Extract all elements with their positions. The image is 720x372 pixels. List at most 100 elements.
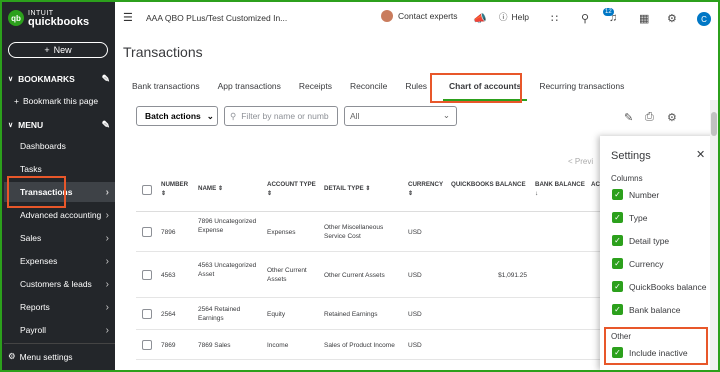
menu-section-header[interactable]: ∨ MENU ✎ <box>8 120 112 131</box>
header-label: CURRENCY <box>408 181 444 188</box>
header-label: BANK BALANCE <box>535 181 585 188</box>
tab-bank-transactions[interactable]: Bank transactions <box>132 76 200 98</box>
cell-name[interactable]: 2564 Retained Earnings <box>198 305 260 323</box>
tab-reconcile[interactable]: Reconcile <box>350 76 387 98</box>
help-button[interactable]: ⓘ Help <box>499 11 529 23</box>
cell-quickbooks-balance: $1,091.25 <box>498 272 527 279</box>
sidebar-item-advanced-accounting[interactable]: Advanced accounting › <box>4 205 115 225</box>
quickbooks-logo[interactable]: qb INTUIT quickbooks <box>8 10 90 28</box>
cell-account-type: Other Current Assets <box>267 267 307 283</box>
tab-receipts[interactable]: Receipts <box>299 76 332 98</box>
clipboard-icon[interactable]: ▦ <box>639 12 649 25</box>
column-header-bank-balance[interactable]: BANK BALANCE ↓ <box>535 180 585 198</box>
cell-name[interactable]: 7896 Uncategorized Expense <box>198 217 260 235</box>
scrollbar-thumb[interactable] <box>711 112 717 136</box>
apps-grid-icon[interactable]: ∷ <box>551 12 558 25</box>
pencil-icon[interactable]: ✎ <box>102 74 110 85</box>
cell-number: 7896 <box>161 229 176 236</box>
column-header-account-type[interactable]: ACCOUNT TYPE ⇕ <box>267 180 316 198</box>
table-row[interactable]: 7869 7869 Sales Income Sales of Product … <box>136 330 600 360</box>
account-type-select[interactable]: All ⌄ <box>344 106 457 126</box>
row-checkbox[interactable] <box>142 309 152 319</box>
column-option-type[interactable]: ✓ Type <box>612 212 647 223</box>
menu-settings-button[interactable]: ⚙ Menu settings <box>8 351 73 362</box>
checkbox-checked-icon[interactable]: ✓ <box>612 189 623 200</box>
pencil-icon[interactable]: ✎ <box>102 120 110 131</box>
close-icon[interactable]: ✕ <box>696 148 705 161</box>
hamburger-menu-icon[interactable]: ☰ <box>123 11 133 24</box>
sidebar-item-dashboards[interactable]: Dashboards <box>4 136 115 156</box>
checkbox-checked-icon[interactable]: ✓ <box>612 304 623 315</box>
chevron-right-icon: › <box>105 278 109 290</box>
table-row[interactable]: 7896 7896 Uncategorized Expense Expenses… <box>136 212 600 252</box>
megaphone-icon[interactable]: 📣 <box>473 12 487 25</box>
bookmarks-label: BOOKMARKS <box>18 74 75 84</box>
column-option-currency[interactable]: ✓ Currency <box>612 258 663 269</box>
sidebar-item-label: Advanced accounting <box>20 210 102 220</box>
sidebar-item-payroll[interactable]: Payroll › <box>4 320 115 340</box>
option-label: Number <box>629 189 660 200</box>
select-all-checkbox[interactable] <box>142 185 152 195</box>
bookmarks-section-header[interactable]: ∨ BOOKMARKS ✎ <box>8 74 112 85</box>
column-header-extra[interactable]: AC <box>591 180 600 189</box>
header-label: DETAIL TYPE <box>324 185 364 192</box>
column-option-bank-balance[interactable]: ✓ Bank balance <box>612 304 681 315</box>
checkbox-checked-icon[interactable]: ✓ <box>612 281 623 292</box>
checkbox-checked-icon[interactable]: ✓ <box>612 212 623 223</box>
column-option-number[interactable]: ✓ Number <box>612 189 659 200</box>
column-header-detail-type[interactable]: DETAIL TYPE ⇕ <box>324 184 371 193</box>
column-header-number[interactable]: NUMBER ⇕ <box>161 180 188 198</box>
pencil-icon[interactable]: ✎ <box>624 111 633 124</box>
cell-number: 4563 <box>161 272 176 279</box>
sidebar-item-expenses[interactable]: Expenses › <box>4 251 115 271</box>
filter-input[interactable]: ⚲ Filter by name or numb <box>224 106 338 126</box>
contact-experts-button[interactable]: Contact experts <box>381 10 458 22</box>
columns-label: Columns <box>611 174 643 183</box>
sidebar-item-sales[interactable]: Sales › <box>4 228 115 248</box>
bookmark-this-page[interactable]: + Bookmark this page <box>14 96 98 106</box>
sidebar-item-customers-leads[interactable]: Customers & leads › <box>4 274 115 294</box>
new-button-label: New <box>53 45 72 55</box>
checkbox-checked-icon[interactable]: ✓ <box>612 258 623 269</box>
tab-app-transactions[interactable]: App transactions <box>218 76 281 98</box>
gear-icon[interactable]: ⚙ <box>667 12 677 25</box>
column-option-quickbooks-balance[interactable]: ✓ QuickBooks balance <box>612 281 707 292</box>
sidebar-item-reports[interactable]: Reports › <box>4 297 115 317</box>
filter-placeholder: Filter by name or numb <box>241 111 329 121</box>
gear-icon[interactable]: ⚙ <box>667 111 677 124</box>
company-name[interactable]: AAA QBO PLus/Test Customized In... <box>146 13 287 23</box>
new-button[interactable]: + New <box>8 42 108 58</box>
cell-name[interactable]: 4563 Uncategorized Asset <box>198 261 260 279</box>
batch-actions-dropdown[interactable]: Batch actions ⌄ <box>136 106 218 126</box>
previous-page-link[interactable]: < Previ <box>568 157 593 166</box>
sidebar-item-label: Reports <box>20 302 50 312</box>
scrollbar[interactable] <box>710 100 718 370</box>
sidebar-item-label: Sales <box>20 233 42 243</box>
user-avatar[interactable]: C <box>697 12 711 26</box>
checkbox-checked-icon[interactable]: ✓ <box>612 235 623 246</box>
column-option-detail-type[interactable]: ✓ Detail type <box>612 235 669 246</box>
cell-name[interactable]: 7869 Sales <box>198 341 260 350</box>
chevron-right-icon: › <box>105 255 109 267</box>
row-checkbox[interactable] <box>142 227 152 237</box>
column-header-currency[interactable]: CURRENCY ⇕ <box>408 180 443 198</box>
column-header-name[interactable]: NAME ⇕ <box>198 184 223 193</box>
tab-recurring-transactions[interactable]: Recurring transactions <box>539 76 624 98</box>
cell-detail-type: Retained Earnings <box>324 311 378 318</box>
tab-rules[interactable]: Rules <box>405 76 427 98</box>
brand-line2: quickbooks <box>28 16 90 28</box>
help-icon: ⓘ <box>499 12 508 22</box>
table-row[interactable]: 2564 2564 Retained Earnings Equity Retai… <box>136 298 600 330</box>
cell-detail-type: Other Current Assets <box>324 272 385 279</box>
chevron-right-icon: › <box>105 186 109 198</box>
search-icon[interactable]: ⚲ <box>581 12 589 25</box>
row-checkbox[interactable] <box>142 270 152 280</box>
column-header-quickbooks-balance[interactable]: QUICKBOOKS BALANCE <box>451 180 526 189</box>
menu-settings-label: Menu settings <box>19 351 73 362</box>
transactions-highlight-box <box>7 176 66 208</box>
table-row[interactable]: 4563 4563 Uncategorized Asset Other Curr… <box>136 252 600 298</box>
sort-icon: ⇕ <box>267 190 273 197</box>
print-icon[interactable]: ⎙ <box>645 111 654 124</box>
row-checkbox[interactable] <box>142 340 152 350</box>
batch-actions-label: Batch actions <box>145 111 201 121</box>
